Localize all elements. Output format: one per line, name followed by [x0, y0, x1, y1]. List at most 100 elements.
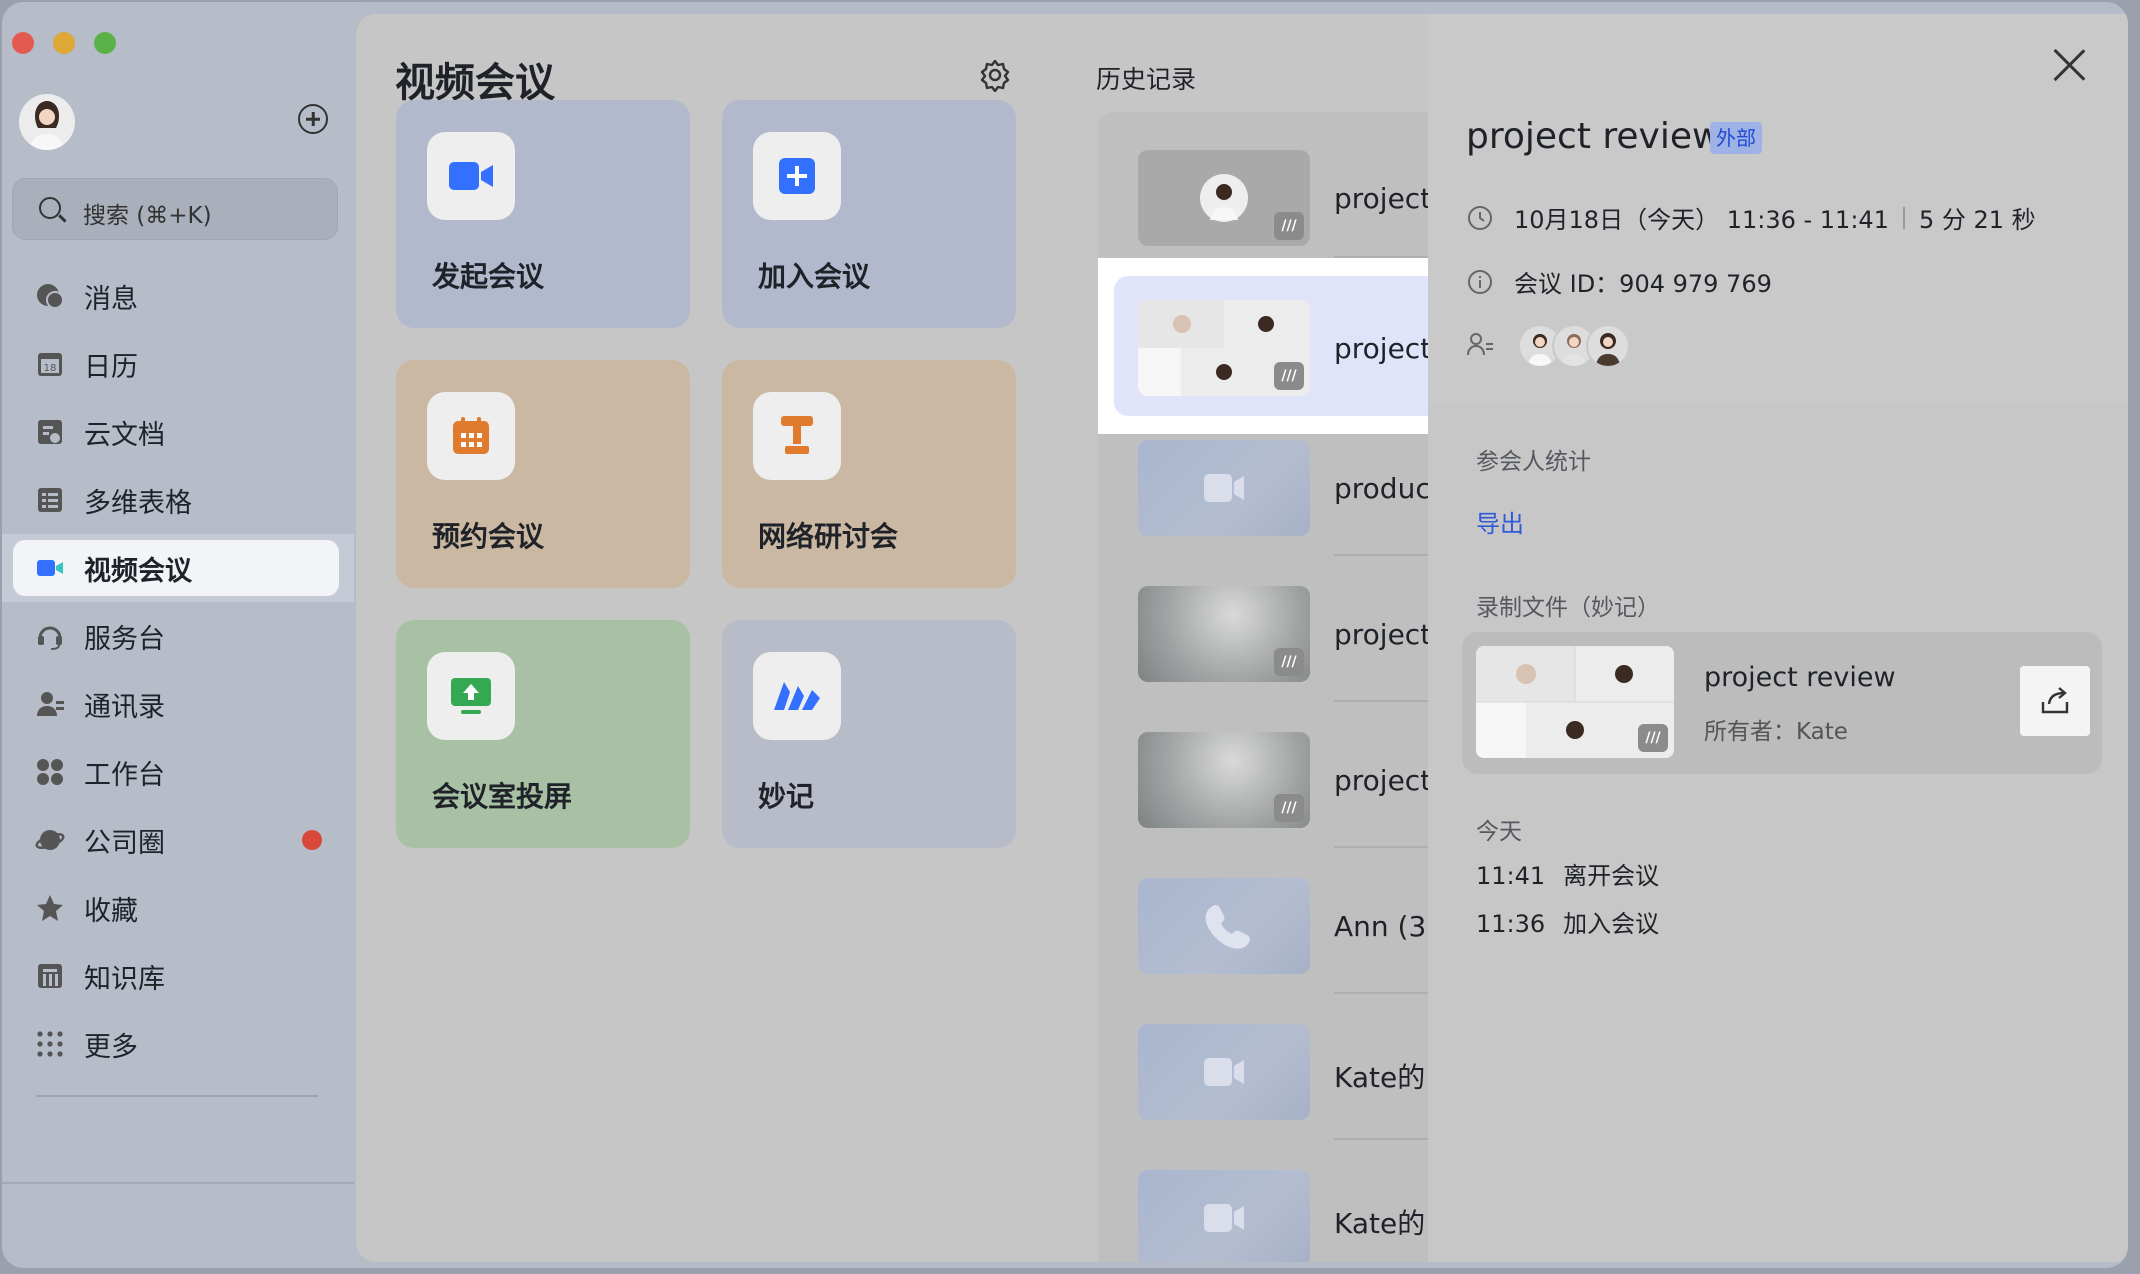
history-item[interactable]: Ann (3 — [1098, 872, 1428, 1018]
window-maximize-button[interactable] — [94, 32, 116, 54]
recording-name: project review — [1704, 662, 1896, 693]
phone-icon — [1205, 905, 1250, 949]
start-meeting-button[interactable]: 发起会议 — [396, 100, 690, 328]
notification-dot — [302, 830, 322, 850]
history-item[interactable]: /// project — [1098, 580, 1428, 726]
sidebar-item-label: 日历 — [84, 351, 138, 383]
history-panel: 历史记录 /// project /// project produc /// … — [1056, 14, 1428, 1262]
sidebar-item-workplace[interactable]: 工作台 — [2, 738, 354, 806]
sidebar-item-label: 多维表格 — [84, 487, 192, 519]
sidebar-item-label: 公司圈 — [84, 827, 165, 859]
history-title: 历史记录 — [1096, 65, 1197, 94]
sidebar-item-label: 知识库 — [84, 963, 165, 995]
helpdesk-icon — [35, 621, 65, 651]
calendar-icon: 18 — [35, 349, 65, 379]
window-minimize-button[interactable] — [53, 32, 75, 54]
webinar-icon — [753, 392, 841, 480]
history-item[interactable]: Kate的 — [1098, 1164, 1428, 1262]
recording-thumbnail: /// — [1476, 646, 1674, 758]
history-item[interactable]: /// project — [1098, 112, 1428, 258]
log-time: 11:41 — [1476, 862, 1546, 890]
search-input[interactable]: 搜索 (⌘+K) — [12, 178, 338, 240]
search-icon — [39, 197, 61, 219]
sidebar-item-contacts[interactable]: 通讯录 — [2, 670, 354, 738]
schedule-meeting-button[interactable]: 预约会议 — [396, 360, 690, 588]
history-item-title: Kate的 — [1334, 1207, 1426, 1240]
sidebar-item-label: 收藏 — [84, 895, 138, 927]
meeting-thumbnail: /// — [1138, 586, 1310, 682]
contacts-icon — [35, 689, 65, 719]
user-avatar[interactable] — [19, 94, 75, 150]
meeting-thumbnail — [1138, 440, 1310, 536]
meeting-id-row: 会议 ID：904 979 769 — [1466, 264, 1772, 299]
history-item[interactable]: Kate的 — [1098, 1018, 1428, 1164]
history-item-title: project — [1334, 182, 1428, 215]
message-icon — [35, 281, 65, 311]
video-meeting-icon — [35, 553, 65, 583]
more-icon — [35, 1029, 65, 1059]
recording-section-label: 录制文件（妙记） — [1476, 595, 1660, 621]
meeting-thumbnail: /// — [1138, 150, 1310, 246]
sidebar-item-moments[interactable]: 公司圈 — [2, 806, 354, 874]
meeting-thumbnail — [1138, 1024, 1310, 1120]
clock-icon — [1466, 204, 1494, 232]
participants-row[interactable] — [1466, 330, 1514, 358]
sidebar-item-label: 工作台 — [84, 759, 165, 791]
sidebar-item-favorites[interactable]: 收藏 — [2, 874, 354, 942]
share-icon — [2041, 687, 2069, 714]
minutes-icon — [753, 652, 841, 740]
info-icon — [1466, 268, 1494, 296]
sidebar-item-base[interactable]: 多维表格 — [2, 466, 354, 534]
minutes-badge-icon: /// — [1274, 362, 1304, 390]
recording-card[interactable]: /// project review 所有者：Kate — [1462, 632, 2102, 774]
start-meeting-icon — [427, 132, 515, 220]
log-entry: 11:41 离开会议 — [1476, 856, 1677, 891]
minutes-button[interactable]: 妙记 — [722, 620, 1016, 848]
history-list: /// project /// project produc /// proje… — [1098, 112, 1428, 1262]
sidebar-item-more[interactable]: 更多 — [2, 1010, 354, 1078]
sidebar-item-messages[interactable]: 消息 — [2, 262, 354, 330]
tile-label: 会议室投屏 — [432, 780, 573, 813]
new-chat-plus-icon[interactable] — [298, 104, 328, 134]
share-screen-icon — [427, 652, 515, 740]
meeting-time: 10月18日（今天） 11:36 - 11:41 — [1514, 206, 1889, 234]
sidebar-item-calendar[interactable]: 18 日历 — [2, 330, 354, 398]
sidebar-item-docs[interactable]: 云文档 — [2, 398, 354, 466]
history-item-title: produc — [1334, 472, 1428, 505]
participant-avatar — [1586, 324, 1630, 368]
call-thumbnail — [1138, 878, 1310, 974]
sidebar-item-video-meeting[interactable]: 视频会议 — [2, 534, 354, 602]
share-button[interactable] — [2020, 666, 2090, 736]
minutes-badge-icon: /// — [1274, 648, 1304, 676]
history-item-title: project — [1334, 618, 1428, 651]
sidebar-item-helpdesk[interactable]: 服务台 — [2, 602, 354, 670]
external-badge: 外部 — [1710, 122, 1762, 154]
window-close-button[interactable] — [12, 32, 34, 54]
sidebar-item-label: 服务台 — [84, 623, 165, 655]
moments-icon — [35, 825, 65, 855]
app-window: 搜索 (⌘+K) 消息 18 日历 云文档 多维表格 视频会议 服务台 通讯录 … — [2, 2, 2128, 1268]
export-link[interactable]: 导出 — [1476, 504, 1524, 539]
close-icon[interactable] — [2052, 48, 2086, 82]
row-separator — [1334, 992, 1428, 994]
webinar-button[interactable]: 网络研讨会 — [722, 360, 1016, 588]
recording-owner: 所有者：Kate — [1704, 719, 1848, 745]
history-item[interactable]: /// project — [1098, 726, 1428, 872]
sidebar-bottom-divider — [2, 1182, 354, 1184]
meeting-title: project review — [1466, 116, 1722, 157]
history-item-selected[interactable]: /// project — [1098, 258, 1428, 434]
share-screen-button[interactable]: 会议室投屏 — [396, 620, 690, 848]
schedule-meeting-icon — [427, 392, 515, 480]
row-separator — [1334, 554, 1428, 556]
join-meeting-button[interactable]: 加入会议 — [722, 100, 1016, 328]
sidebar-item-wiki[interactable]: 知识库 — [2, 942, 354, 1010]
meeting-thumbnail: /// — [1138, 300, 1310, 396]
meeting-time-row: 10月18日（今天） 11:36 - 11:41 5 分 21 秒 — [1466, 200, 2036, 235]
settings-gear-icon[interactable] — [978, 58, 1012, 93]
participants-icon — [1466, 330, 1494, 358]
participant-avatars[interactable] — [1518, 324, 1630, 368]
svg-text:18: 18 — [44, 363, 57, 374]
history-item[interactable]: produc — [1098, 434, 1428, 580]
meeting-thumbnail — [1138, 1170, 1310, 1262]
meeting-thumbnail: /// — [1138, 732, 1310, 828]
